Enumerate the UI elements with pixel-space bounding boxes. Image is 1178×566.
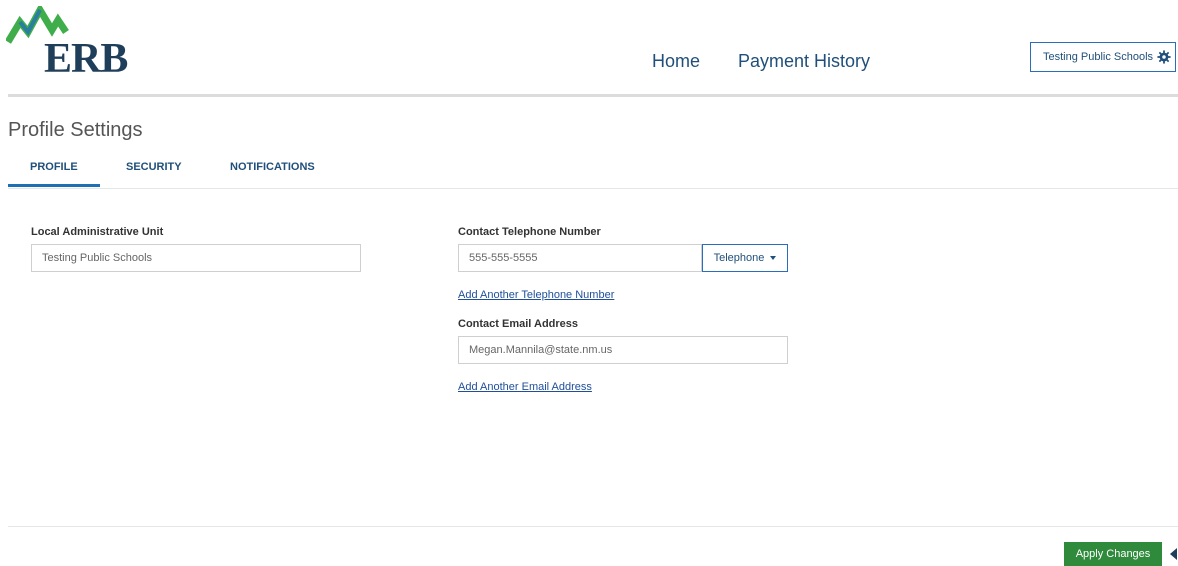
tab-security[interactable]: SECURITY xyxy=(126,160,182,174)
phone-type-dropdown[interactable]: Telephone xyxy=(702,244,788,272)
footer-divider xyxy=(8,526,1178,527)
gear-icon xyxy=(1157,50,1171,64)
tab-profile[interactable]: PROFILE xyxy=(30,160,78,174)
local-admin-unit-input[interactable] xyxy=(31,244,361,272)
tab-notifications[interactable]: NOTIFICATIONS xyxy=(230,160,315,174)
add-telephone-link[interactable]: Add Another Telephone Number xyxy=(458,288,614,302)
page-title: Profile Settings xyxy=(8,119,143,141)
contact-email-input[interactable] xyxy=(458,336,788,364)
contact-phone-label: Contact Telephone Number xyxy=(458,226,601,238)
collapse-arrow-icon[interactable] xyxy=(1170,548,1177,560)
organization-menu-button[interactable]: Testing Public Schools xyxy=(1030,42,1176,72)
contact-phone-input[interactable] xyxy=(458,244,702,272)
settings-tabs: PROFILE SECURITY NOTIFICATIONS xyxy=(8,150,1178,189)
phone-type-selected: Telephone xyxy=(713,252,765,264)
local-admin-unit-label: Local Administrative Unit xyxy=(31,226,164,238)
nav-home-link[interactable]: Home xyxy=(652,50,700,72)
caret-down-icon xyxy=(770,256,777,260)
header: ERB Home Payment History Testing Public … xyxy=(0,0,1178,97)
apply-changes-button[interactable]: Apply Changes xyxy=(1064,542,1162,566)
header-divider xyxy=(8,94,1178,97)
contact-email-label: Contact Email Address xyxy=(458,318,579,330)
erb-logo[interactable]: ERB xyxy=(6,6,146,80)
organization-name: Testing Public Schools xyxy=(1043,51,1154,63)
add-email-link[interactable]: Add Another Email Address xyxy=(458,380,592,394)
nav-payment-history-link[interactable]: Payment History xyxy=(738,50,870,72)
active-tab-indicator xyxy=(8,184,100,187)
logo-text: ERB xyxy=(44,36,128,82)
